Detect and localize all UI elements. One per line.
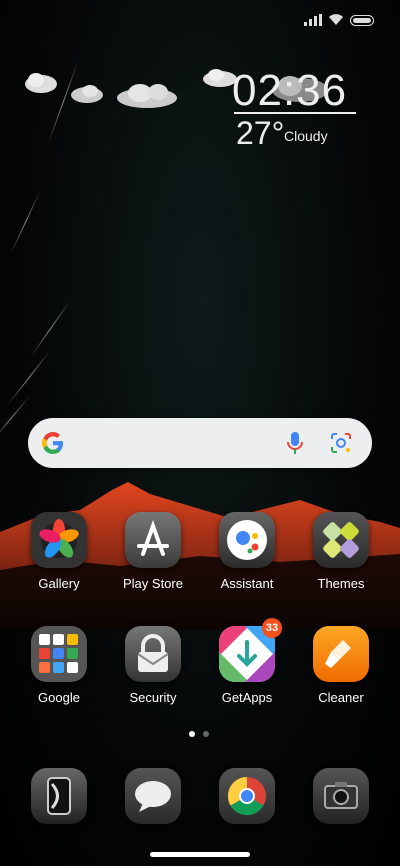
page-dot-active: [189, 731, 195, 737]
star-streak: [29, 300, 71, 358]
app-label: Cleaner: [318, 690, 364, 705]
cloud-decoration: [70, 84, 104, 104]
app-play-store[interactable]: Play Store: [106, 512, 200, 591]
signal-icon: [304, 14, 322, 26]
status-bar: [0, 0, 400, 44]
chrome-icon: [219, 768, 275, 824]
app-security[interactable]: Security: [106, 626, 200, 705]
dock-chrome[interactable]: [200, 768, 294, 824]
messages-icon: [125, 768, 181, 824]
phone-icon: [31, 768, 87, 824]
themes-icon: [313, 512, 369, 568]
google-lens-icon[interactable]: [329, 431, 353, 455]
wifi-icon: [329, 14, 343, 25]
app-cleaner[interactable]: Cleaner: [294, 626, 388, 705]
app-google-folder[interactable]: Google: [12, 626, 106, 705]
app-label: Security: [129, 690, 177, 705]
weather-condition[interactable]: Cloudy: [284, 128, 328, 144]
play-store-icon: [125, 512, 181, 568]
app-label: Gallery: [38, 576, 80, 591]
google-search-bar[interactable]: [28, 418, 372, 468]
clock-time[interactable]: 02:36: [232, 66, 347, 116]
app-label: Themes: [317, 576, 365, 591]
app-label: Google: [38, 690, 80, 705]
weather-temperature[interactable]: 27°: [236, 115, 284, 152]
assistant-icon: [219, 512, 275, 568]
google-g-icon: [42, 432, 63, 454]
app-label: Assistant: [220, 576, 274, 591]
page-indicator: [189, 731, 209, 737]
battery-icon: [350, 14, 374, 26]
home-gesture-bar[interactable]: [150, 852, 250, 857]
app-themes[interactable]: Themes: [294, 512, 388, 591]
cloud-decoration: [116, 82, 178, 110]
camera-icon: [313, 768, 369, 824]
clock-divider: [234, 112, 356, 114]
page-dot: [203, 731, 209, 737]
app-gallery[interactable]: Gallery: [12, 512, 106, 591]
dock-messages[interactable]: [106, 768, 200, 824]
dock-phone[interactable]: [12, 768, 106, 824]
google-folder-icon: [31, 626, 87, 682]
cloud-decoration: [24, 72, 58, 94]
gallery-icon: [31, 512, 87, 568]
cleaner-icon: [313, 626, 369, 682]
star-streak: [0, 395, 31, 442]
app-label: Play Store: [123, 576, 183, 591]
app-assistant[interactable]: Assistant: [200, 512, 294, 591]
microphone-icon[interactable]: [285, 431, 305, 455]
star-streak: [10, 190, 41, 254]
security-icon: [125, 626, 181, 682]
app-getapps[interactable]: 33 GetApps: [200, 618, 294, 705]
dock-camera[interactable]: [294, 768, 388, 824]
notification-badge: 33: [262, 618, 282, 638]
app-label: GetApps: [221, 690, 273, 705]
